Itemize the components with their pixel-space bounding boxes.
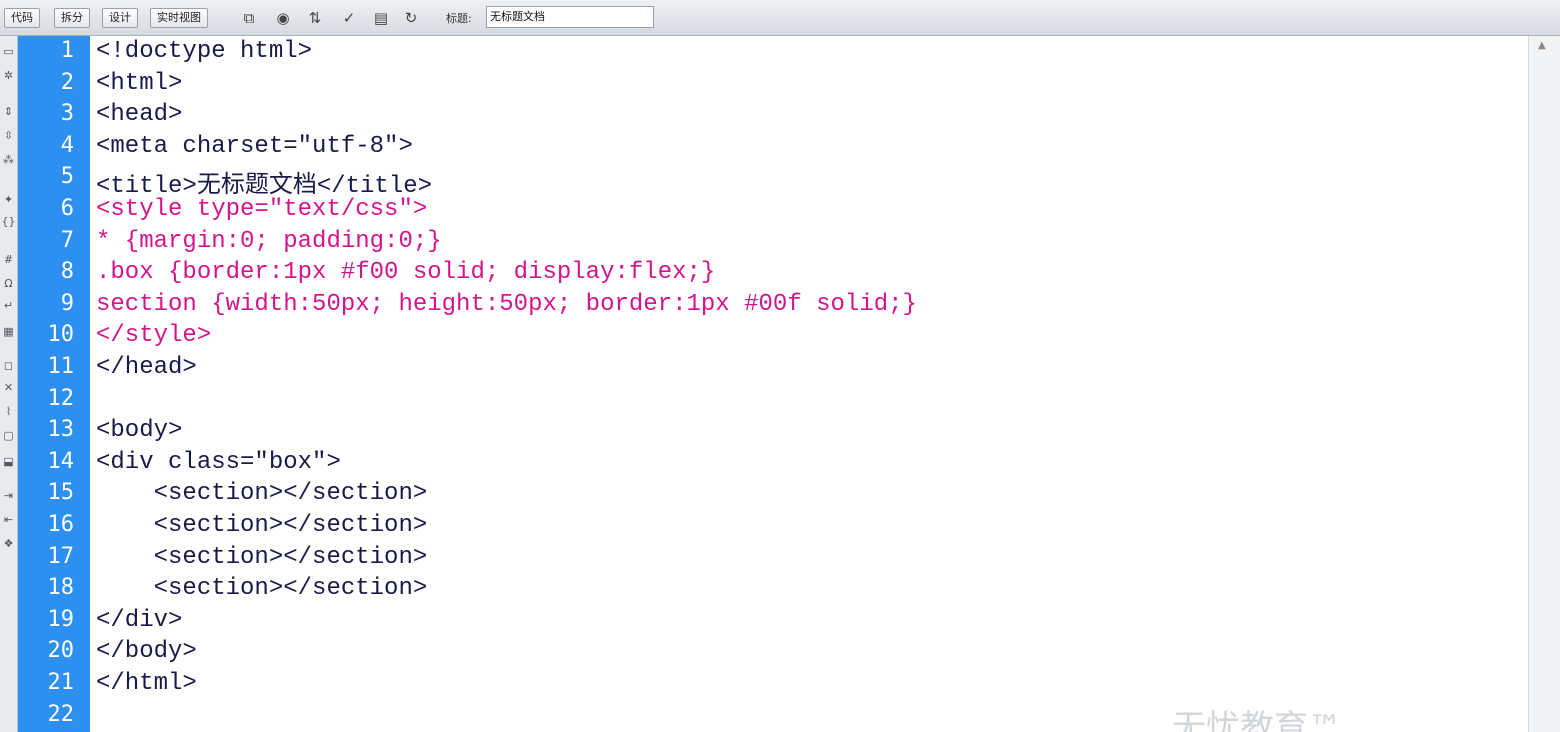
code-line: <body> (96, 417, 183, 445)
select-parent-tag-icon[interactable]: ✦ (1, 192, 16, 207)
scroll-up-arrow-icon[interactable]: ▲ (1538, 40, 1546, 51)
line-number: 4 (60, 132, 74, 158)
code-line: section {width:50px; height:50px; border… (96, 290, 917, 318)
format-source-icon[interactable]: ❖ (1, 536, 16, 551)
code-line: </head> (96, 354, 197, 381)
collapse-tag-icon[interactable]: ⇕ (1, 104, 16, 119)
line-number: 7 (60, 227, 74, 253)
document-toolbar: 代码 拆分 设计 实时视图 ⧉ ◉ ⇅ ✓ ▤ ↻ 标题: 无标题文档 (0, 0, 1560, 36)
syntax-coloring-icon[interactable]: ▦ (1, 324, 16, 339)
expand-all-icon[interactable]: ⁂ (1, 152, 16, 167)
multiscreen-icon[interactable]: ⧉ (238, 7, 260, 29)
watermark-logo: 无忧教育™ (1172, 708, 1342, 732)
remove-comment-icon[interactable]: ✕ (1, 380, 16, 395)
code-line: <section></section> (96, 480, 428, 508)
code-line: <title>无标题文档</title> (96, 173, 433, 201)
design-view-button[interactable]: 设计 (102, 8, 138, 28)
code-view-button[interactable]: 代码 (4, 8, 40, 28)
coding-toolbar: ▭ ✲ ⇕ ⇳ ⁂ ✦ {} # Ω ↵ ▦ ◻ ✕ ⌇ ▢ ⬓ ⇥ ⇤ ❖ (0, 36, 18, 732)
split-view-button[interactable]: 拆分 (54, 8, 90, 28)
code-line: .box {border:1px #f00 solid; display:fle… (96, 259, 716, 287)
indent-code-icon[interactable]: ⇥ (1, 488, 16, 503)
line-number: 12 (47, 385, 75, 411)
refresh-icon[interactable]: ↻ (400, 7, 422, 29)
code-line: <section></section> (96, 575, 428, 603)
line-number: 8 (60, 259, 74, 285)
code-line: </div> (96, 606, 183, 634)
line-numbers-icon[interactable]: # (1, 252, 16, 267)
code-editor[interactable]: <!doctype html> <html> <head> <meta charset… (90, 36, 1528, 732)
code-line: </style> (96, 322, 212, 350)
line-number: 1 (60, 38, 74, 63)
balance-braces-icon[interactable]: {} (1, 214, 16, 229)
code-line: <head> (96, 101, 183, 129)
wrap-tag-icon[interactable]: ⌇ (1, 404, 16, 419)
line-number: 2 (60, 69, 74, 95)
line-number: 19 (47, 606, 75, 632)
file-management-icon[interactable]: ⇅ (304, 7, 326, 29)
line-number: 6 (60, 196, 74, 221)
line-number: 15 (47, 480, 75, 506)
collapse-selection-icon[interactable]: ⇳ (1, 128, 16, 143)
code-line: <div class="box"> (96, 448, 341, 476)
line-number-gutter: 1 2 3 4 5 6 7 8 9 10 11 12 13 14 15 16 17 18 19 20 21 22 (18, 36, 90, 732)
line-number: 3 (60, 101, 74, 127)
validate-markup-icon[interactable]: ✓ (338, 7, 360, 29)
line-number: 11 (47, 354, 75, 379)
code-line: <section></section> (96, 543, 428, 571)
vertical-scrollbar[interactable]: ▲ (1528, 36, 1560, 732)
highlight-invalid-code-icon[interactable]: Ω (1, 276, 16, 291)
code-line: </body> (96, 638, 197, 666)
move-css-icon[interactable]: ⬓ (1, 454, 16, 469)
outdent-code-icon[interactable]: ⇤ (1, 512, 16, 527)
line-number: 5 (60, 164, 74, 190)
apply-comment-icon[interactable]: ◻ (1, 358, 16, 373)
recent-snippets-icon[interactable]: ▢ (1, 428, 16, 443)
word-wrap-icon[interactable]: ↵ (1, 298, 16, 313)
code-line: <!doctype html> (96, 38, 313, 65)
preview-browser-icon[interactable]: ◉ (272, 7, 294, 29)
line-number: 21 (47, 670, 75, 695)
code-line: <style type="text/css"> (96, 196, 428, 223)
document-title-input[interactable]: 无标题文档 (486, 6, 654, 28)
line-number: 13 (47, 417, 75, 443)
code-line: <section></section> (96, 512, 428, 539)
code-line: <meta charset="utf-8"> (96, 132, 413, 160)
code-line: <html> (96, 69, 183, 97)
live-view-button[interactable]: 实时视图 (150, 8, 208, 28)
code-line: </html> (96, 670, 197, 697)
line-number: 14 (47, 448, 75, 474)
show-code-navigator-icon[interactable]: ✲ (1, 68, 16, 83)
code-line: * {margin:0; padding:0;} (96, 227, 442, 255)
line-number: 20 (47, 638, 75, 664)
line-number: 22 (47, 701, 75, 727)
line-number: 16 (47, 512, 75, 537)
line-number: 9 (60, 290, 74, 316)
open-documents-icon[interactable]: ▭ (1, 44, 16, 59)
visual-aids-icon[interactable]: ▤ (370, 7, 392, 29)
line-number: 10 (47, 322, 75, 348)
line-number: 18 (47, 575, 75, 601)
line-number: 17 (47, 543, 75, 569)
title-label: 标题: (446, 12, 472, 25)
